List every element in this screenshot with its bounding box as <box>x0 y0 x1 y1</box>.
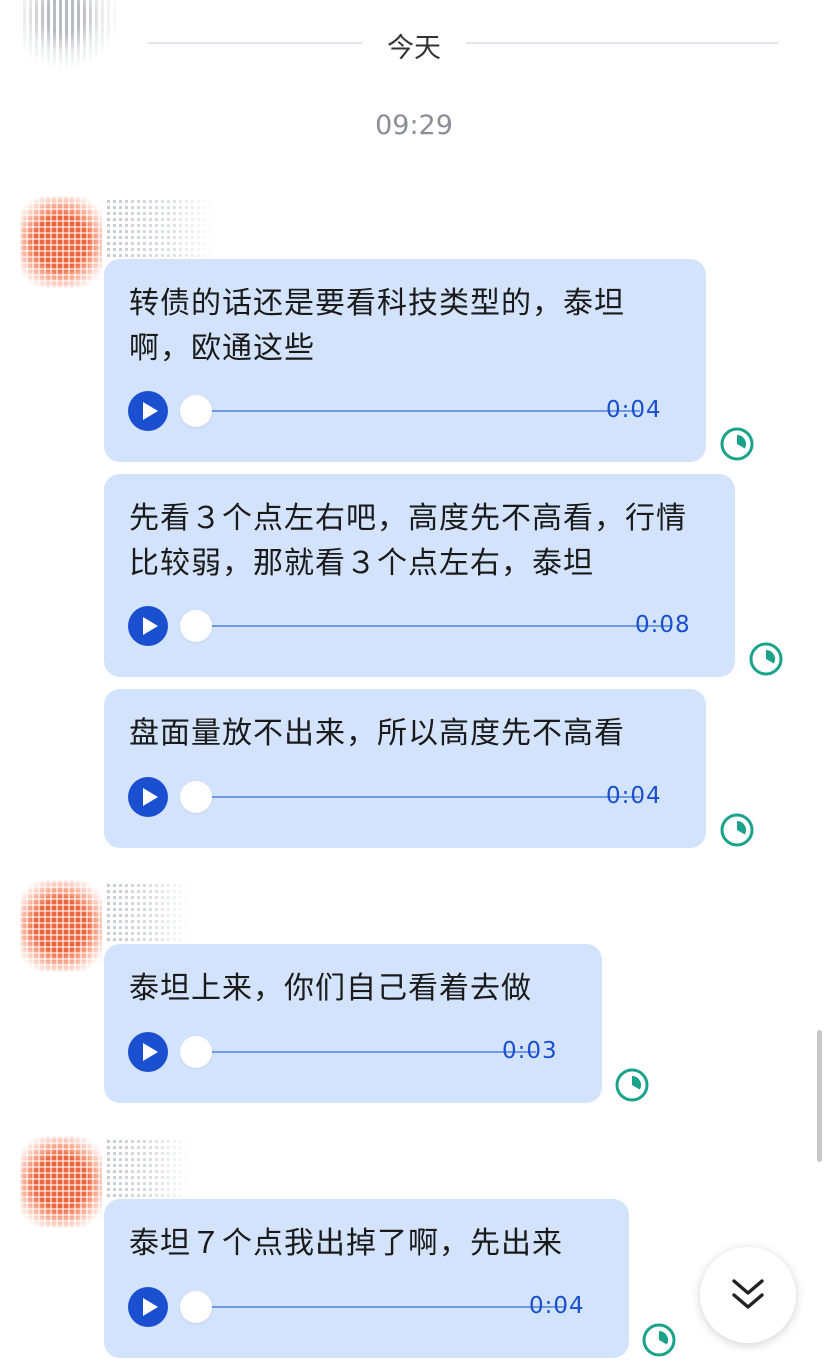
voice-player: 0:04 <box>128 391 684 431</box>
voice-progress-track[interactable] <box>196 410 640 412</box>
voice-duration: 0:04 <box>529 1293 585 1319</box>
voice-message-bubble[interactable]: 盘面量放不出来，所以高度先不高看 0:04 <box>104 689 706 848</box>
sender-name-blurred <box>104 200 214 260</box>
play-button[interactable] <box>128 1032 168 1072</box>
sender-avatar[interactable] <box>20 880 102 972</box>
clock-status-icon <box>720 427 754 461</box>
voice-progress-knob[interactable] <box>180 610 212 642</box>
voice-progress-track[interactable] <box>196 796 640 798</box>
voice-progress-knob[interactable] <box>180 395 212 427</box>
double-chevron-down-icon <box>732 1279 764 1309</box>
divider-line-right <box>466 42 778 44</box>
clock-status-icon <box>642 1323 676 1357</box>
voice-duration: 0:08 <box>635 612 691 638</box>
voice-player: 0:08 <box>128 606 713 646</box>
voice-transcript: 先看３个点左右吧，高度先不高看，行情比较弱，那就看３个点左右，泰坦 <box>129 501 687 581</box>
voice-message-bubble[interactable]: 泰坦７个点我出掉了啊，先出来 0:04 <box>104 1199 629 1358</box>
voice-message-bubble[interactable]: 先看３个点左右吧，高度先不高看，行情比较弱，那就看３个点左右，泰坦 0:08 <box>104 474 735 677</box>
sender-name-blurred <box>104 1140 190 1200</box>
voice-progress-track[interactable] <box>196 1306 564 1308</box>
play-button[interactable] <box>128 606 168 646</box>
voice-player: 0:04 <box>128 777 684 817</box>
jump-to-latest-button[interactable] <box>700 1247 796 1343</box>
sender-name-blurred <box>104 884 190 944</box>
voice-player: 0:04 <box>128 1287 607 1327</box>
voice-duration: 0:03 <box>502 1038 558 1064</box>
voice-duration: 0:04 <box>606 397 662 423</box>
voice-progress-track[interactable] <box>196 625 670 627</box>
play-button[interactable] <box>128 391 168 431</box>
play-button[interactable] <box>128 1287 168 1327</box>
voice-transcript: 泰坦上来，你们自己看着去做 <box>129 971 532 1006</box>
voice-message-bubble[interactable]: 转债的话还是要看科技类型的，泰坦啊，欧通这些 0:04 <box>104 259 706 462</box>
voice-progress-knob[interactable] <box>180 1036 212 1068</box>
timestamp: 09:29 <box>375 110 453 141</box>
voice-progress-track[interactable] <box>196 1051 536 1053</box>
voice-transcript: 泰坦７个点我出掉了啊，先出来 <box>129 1226 563 1261</box>
voice-progress-knob[interactable] <box>180 781 212 813</box>
voice-duration: 0:04 <box>606 783 662 809</box>
blurred-previous-avatar <box>20 0 130 80</box>
divider-line-left <box>148 42 362 44</box>
sender-avatar[interactable] <box>20 1136 102 1228</box>
clock-status-icon <box>615 1068 649 1102</box>
clock-status-icon <box>720 813 754 847</box>
scrollbar[interactable] <box>817 1030 822 1162</box>
voice-transcript: 转债的话还是要看科技类型的，泰坦啊，欧通这些 <box>129 286 625 366</box>
day-label: 今天 <box>387 33 441 64</box>
play-button[interactable] <box>128 777 168 817</box>
voice-message-bubble[interactable]: 泰坦上来，你们自己看着去做 0:03 <box>104 944 602 1103</box>
voice-progress-knob[interactable] <box>180 1291 212 1323</box>
voice-transcript: 盘面量放不出来，所以高度先不高看 <box>129 716 625 751</box>
clock-status-icon <box>749 642 783 676</box>
sender-avatar[interactable] <box>20 196 102 288</box>
voice-player: 0:03 <box>128 1032 580 1072</box>
